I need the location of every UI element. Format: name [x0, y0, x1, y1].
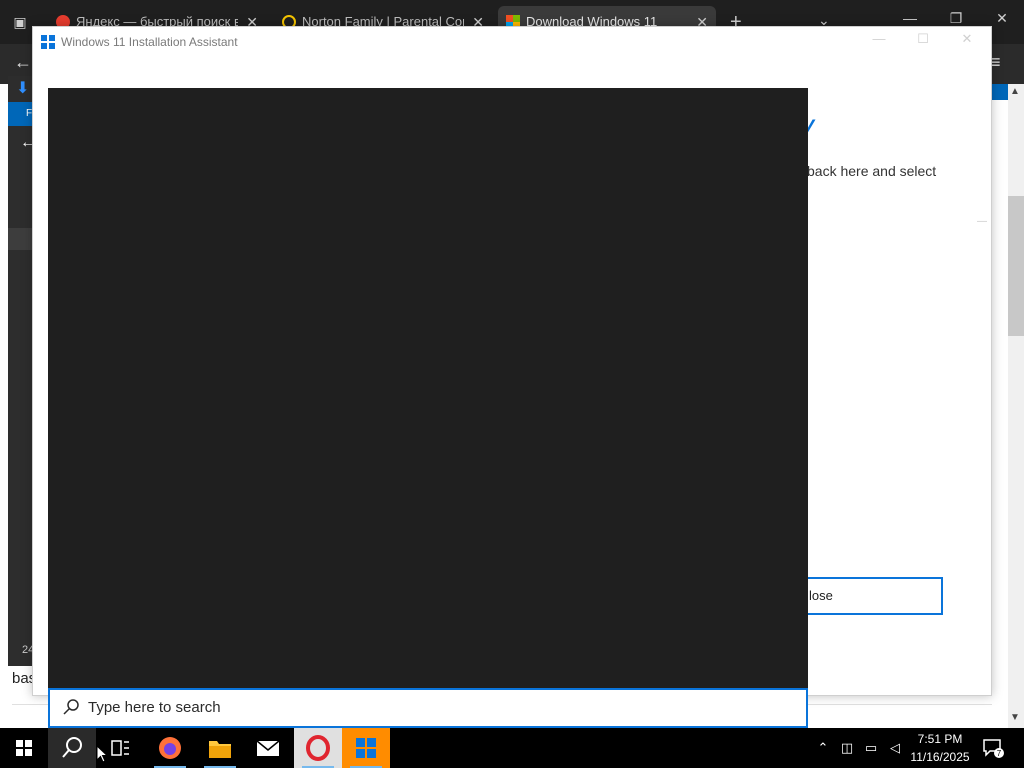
restore-icon[interactable]: ❐ — [944, 10, 968, 27]
notification-count: 7 — [997, 749, 1002, 758]
close-window-icon[interactable]: ✕ — [990, 10, 1014, 27]
meet-now-icon[interactable]: ◫ — [838, 728, 856, 768]
search-input[interactable]: Type here to search — [88, 690, 221, 726]
minimize-icon[interactable]: — — [859, 31, 899, 46]
scroll-down-icon[interactable]: ▼ — [1010, 712, 1020, 723]
tab-manager-icon[interactable]: ▣ — [10, 12, 30, 32]
chevron-up-icon[interactable]: ⌃ — [814, 728, 832, 768]
mail-icon — [256, 740, 280, 756]
start-button[interactable] — [0, 728, 48, 768]
folder-icon — [209, 741, 231, 758]
search-icon — [63, 699, 79, 715]
scrollbar[interactable] — [1008, 84, 1024, 728]
close-window-icon[interactable]: ✕ — [947, 31, 987, 47]
maximize-icon[interactable]: ☐ — [903, 31, 943, 47]
taskbar-file-explorer[interactable] — [196, 728, 244, 768]
notification-center-icon[interactable]: 7 — [982, 738, 1004, 758]
windows-start-icon — [16, 740, 32, 756]
windows-logo-icon — [356, 738, 376, 758]
search-icon — [62, 737, 82, 758]
download-icon[interactable]: ⬇ — [16, 78, 29, 98]
taskbar-installation-assistant[interactable] — [342, 728, 390, 768]
back-arrow-icon[interactable]: ← — [14, 52, 32, 73]
mouse-cursor-icon — [96, 745, 108, 763]
windows-logo-icon — [41, 35, 55, 49]
search-results-panel — [48, 88, 808, 688]
taskbar-opera[interactable] — [294, 728, 342, 768]
clock[interactable]: 7:51 PM 11/16/2025 — [904, 730, 976, 766]
instruction-text: back here and select — [807, 163, 937, 179]
window-title: Windows 11 Installation Assistant — [61, 35, 238, 49]
minimize-icon[interactable]: — — [898, 10, 922, 26]
scrollbar-thumb[interactable] — [1008, 196, 1024, 336]
search-box[interactable]: Type here to search — [48, 688, 808, 728]
divider: — — [977, 216, 987, 227]
firefox-icon — [159, 737, 181, 759]
taskbar-firefox[interactable] — [146, 728, 194, 768]
network-icon[interactable]: ▭ — [862, 728, 880, 768]
taskbar: ⌃ ◫ ▭ ◁ 7:51 PM 11/16/2025 7 — [0, 728, 1024, 768]
taskbar-mail[interactable] — [244, 728, 292, 768]
clock-date: 11/16/2025 — [910, 750, 970, 764]
scroll-up-icon[interactable]: ▲ — [1010, 86, 1020, 97]
opera-icon — [306, 735, 330, 761]
clock-time: 7:51 PM — [917, 732, 963, 746]
page-header-strip — [992, 84, 1008, 100]
search-button[interactable] — [48, 728, 96, 768]
window-titlebar[interactable]: Windows 11 Installation Assistant — ☐ ✕ — [33, 27, 991, 57]
volume-muted-icon[interactable]: ◁ — [886, 728, 904, 768]
